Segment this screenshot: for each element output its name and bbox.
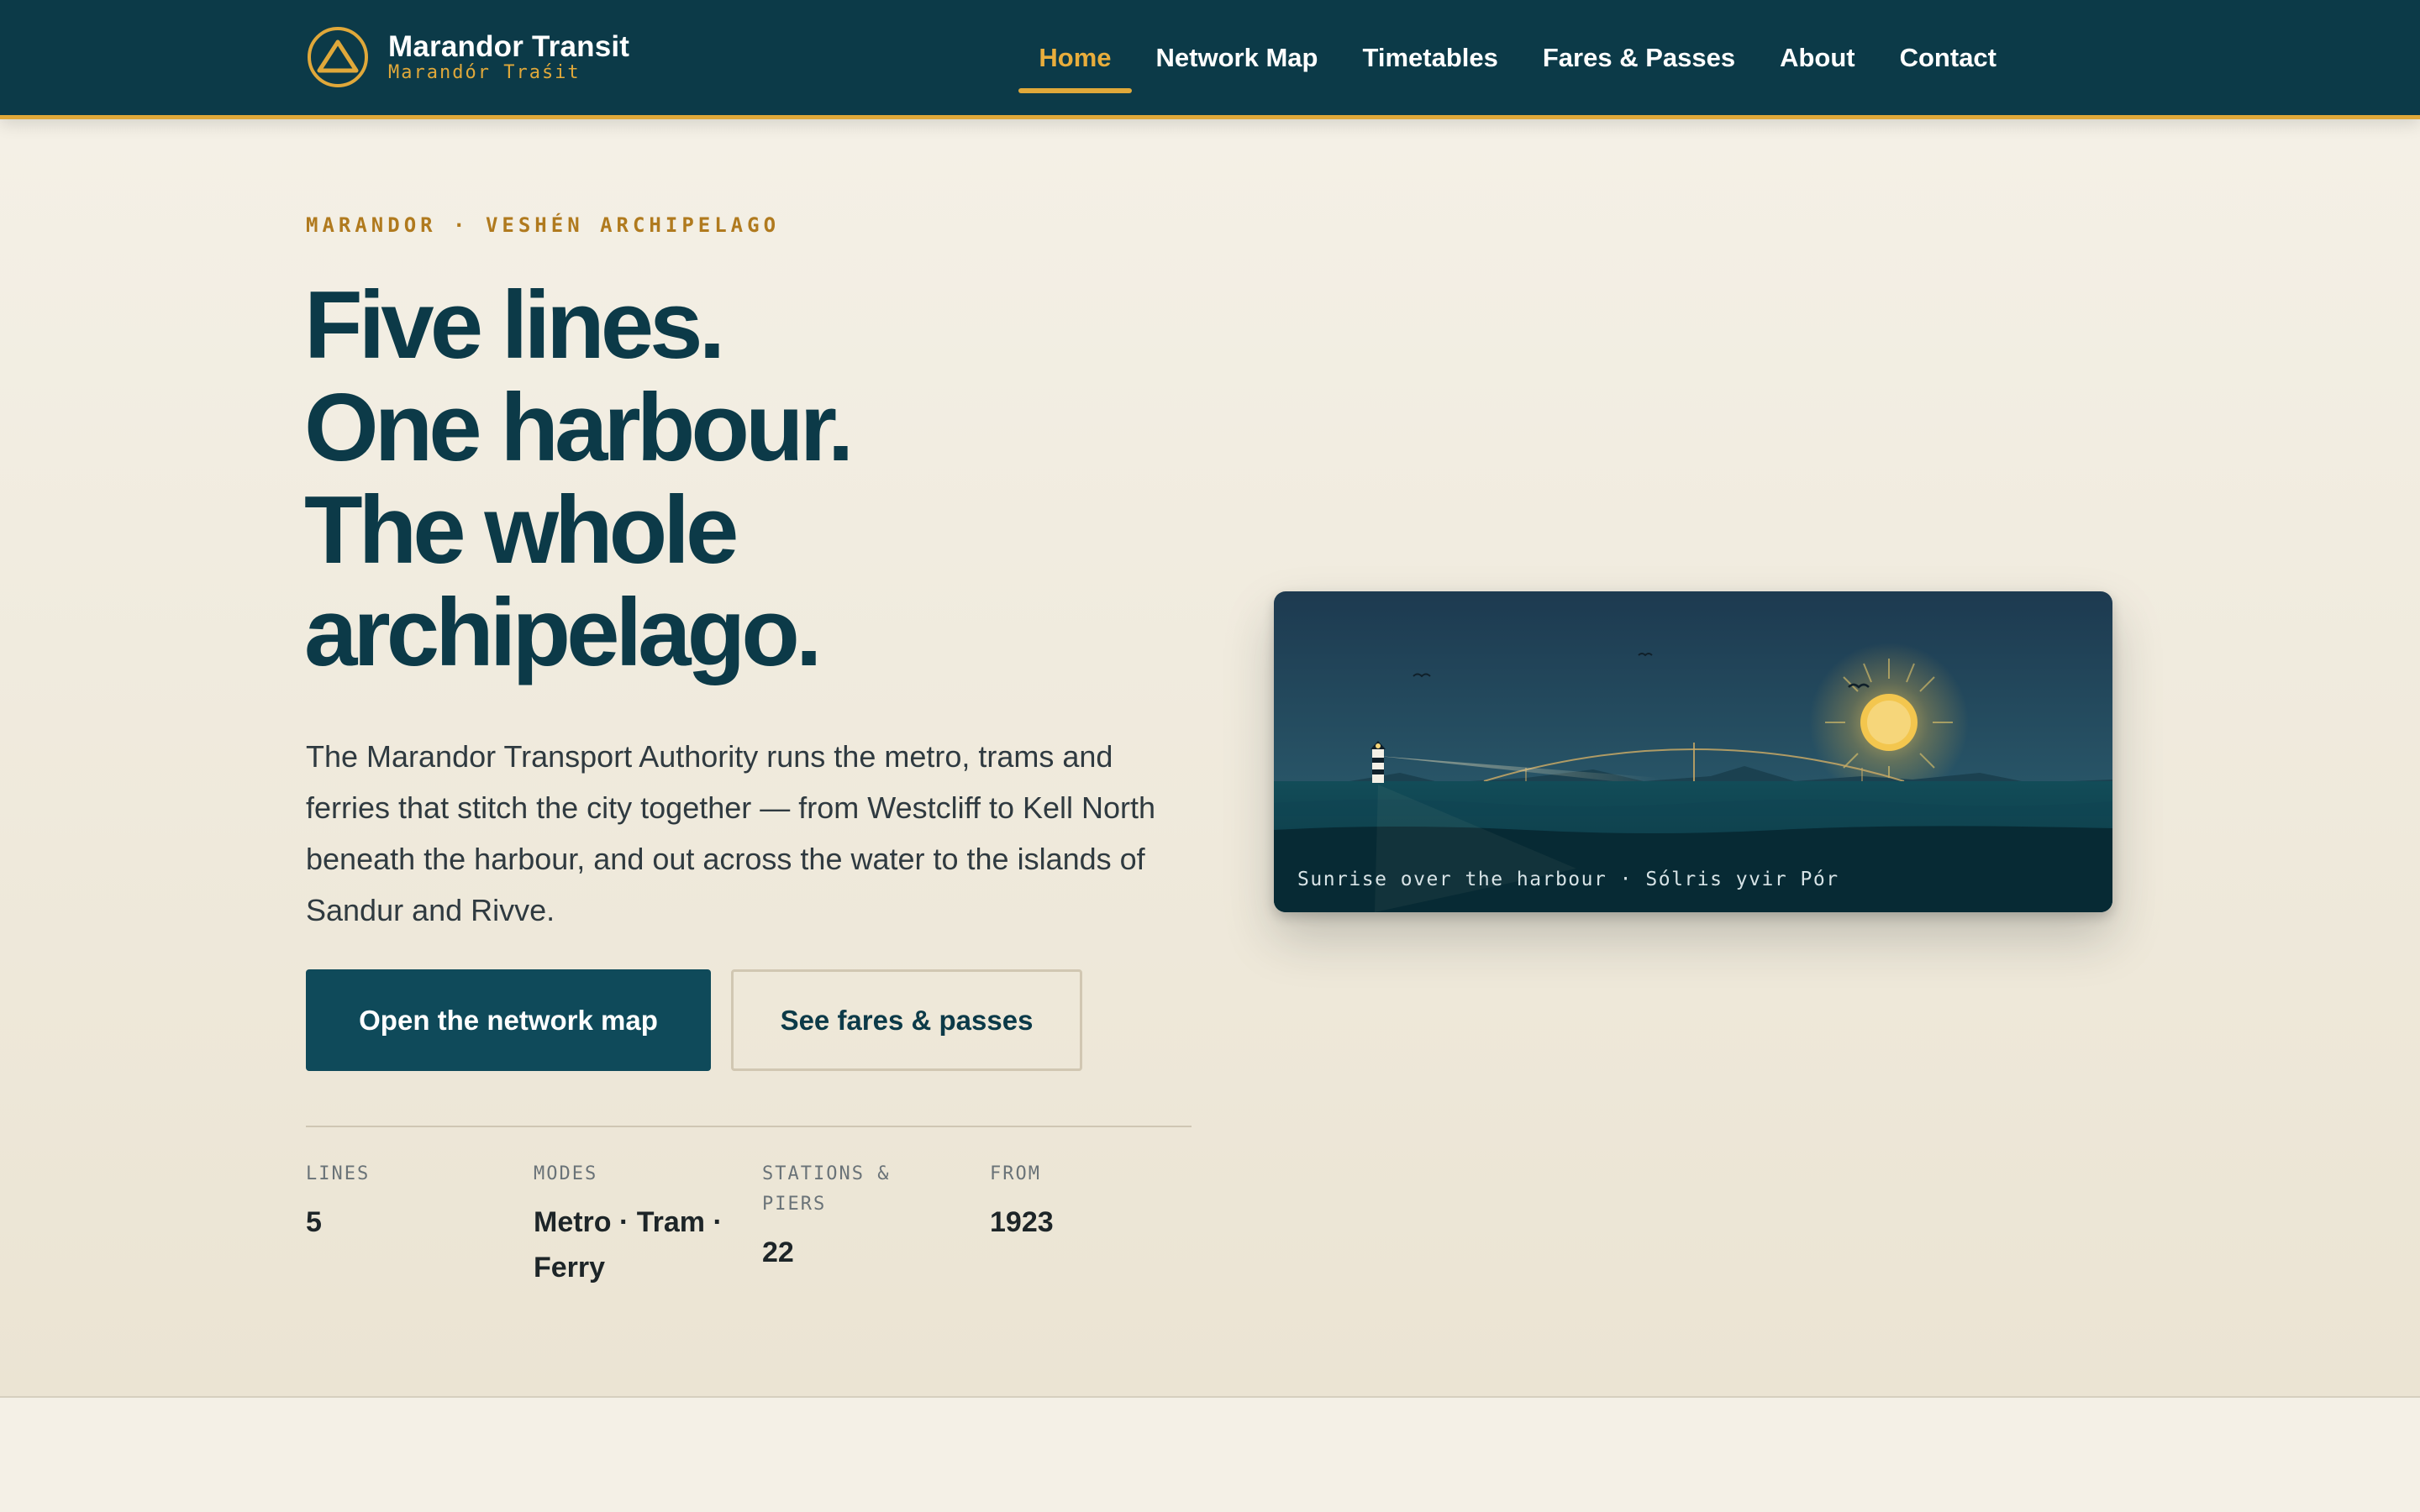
brand-subtitle: Marandór Traśit — [388, 62, 581, 83]
hero-headline: Five lines. One harbour. The whole archi… — [304, 275, 1228, 685]
hero-eyebrow: MARANDOR · VESHÉN ARCHIPELAGO — [306, 213, 781, 237]
sunrise-harbour-image — [1274, 591, 2112, 912]
stats-divider — [306, 1126, 1192, 1127]
stat-label: MODES — [534, 1163, 598, 1184]
nav-item-home[interactable]: Home — [1018, 0, 1132, 115]
hero-section: MARANDOR · VESHÉN ARCHIPELAGO Five lines… — [0, 119, 2420, 1398]
stat-label: STATIONS & PIERS — [762, 1163, 891, 1215]
headline-line: archipelago. — [304, 580, 823, 686]
nav-item-timetables[interactable]: Timetables — [1342, 0, 1518, 115]
stat-modes: MODES Metro · Tram · Ferry — [534, 1159, 744, 1290]
brand-name: Marandor Transit — [388, 30, 630, 63]
site-header: Marandor Transit Marandór Traśit Home Ne… — [0, 0, 2420, 119]
nav-item-about[interactable]: About — [1760, 0, 1876, 115]
headline-line: The whole — [304, 477, 739, 584]
headline-line: One harbour. — [304, 375, 854, 481]
brand-home-link[interactable]: Marandor Transit Marandór Traśit — [306, 25, 629, 89]
headline-line: Five lines. — [304, 272, 725, 379]
stat-value: 5 — [306, 1206, 322, 1238]
open-network-map-button[interactable]: Open the network map — [306, 969, 711, 1071]
stat-lines: LINES 5 — [306, 1159, 516, 1245]
stat-label: FROM — [990, 1163, 1041, 1184]
illustration-caption: Sunrise over the harbour · Sólris yvir P… — [1297, 869, 1839, 890]
stat-value: 1923 — [990, 1206, 1054, 1238]
hero-intro: The Marandor Transport Authority runs th… — [306, 739, 1156, 927]
harbour-illustration: Sunrise over the harbour · Sólris yvir P… — [1274, 591, 2112, 912]
nav-item-contact[interactable]: Contact — [1880, 0, 2017, 115]
stat-label: LINES — [306, 1163, 371, 1184]
nav-item-network-map[interactable]: Network Map — [1136, 0, 1339, 115]
brand-text: Marandor Transit Marandór Traśit — [388, 31, 629, 83]
main-nav: Home Network Map Timetables Fares & Pass… — [1014, 0, 2017, 115]
nav-item-fares-passes[interactable]: Fares & Passes — [1523, 0, 1755, 115]
stat-value: 22 — [762, 1236, 794, 1268]
stat-value: Metro · Tram · Ferry — [534, 1206, 723, 1284]
stat-from: FROM 1923 — [990, 1159, 1200, 1245]
see-fares-button[interactable]: See fares & passes — [731, 969, 1082, 1071]
triangle-in-circle-icon — [308, 27, 368, 87]
stat-stations-piers: STATIONS & PIERS 22 — [762, 1159, 930, 1275]
